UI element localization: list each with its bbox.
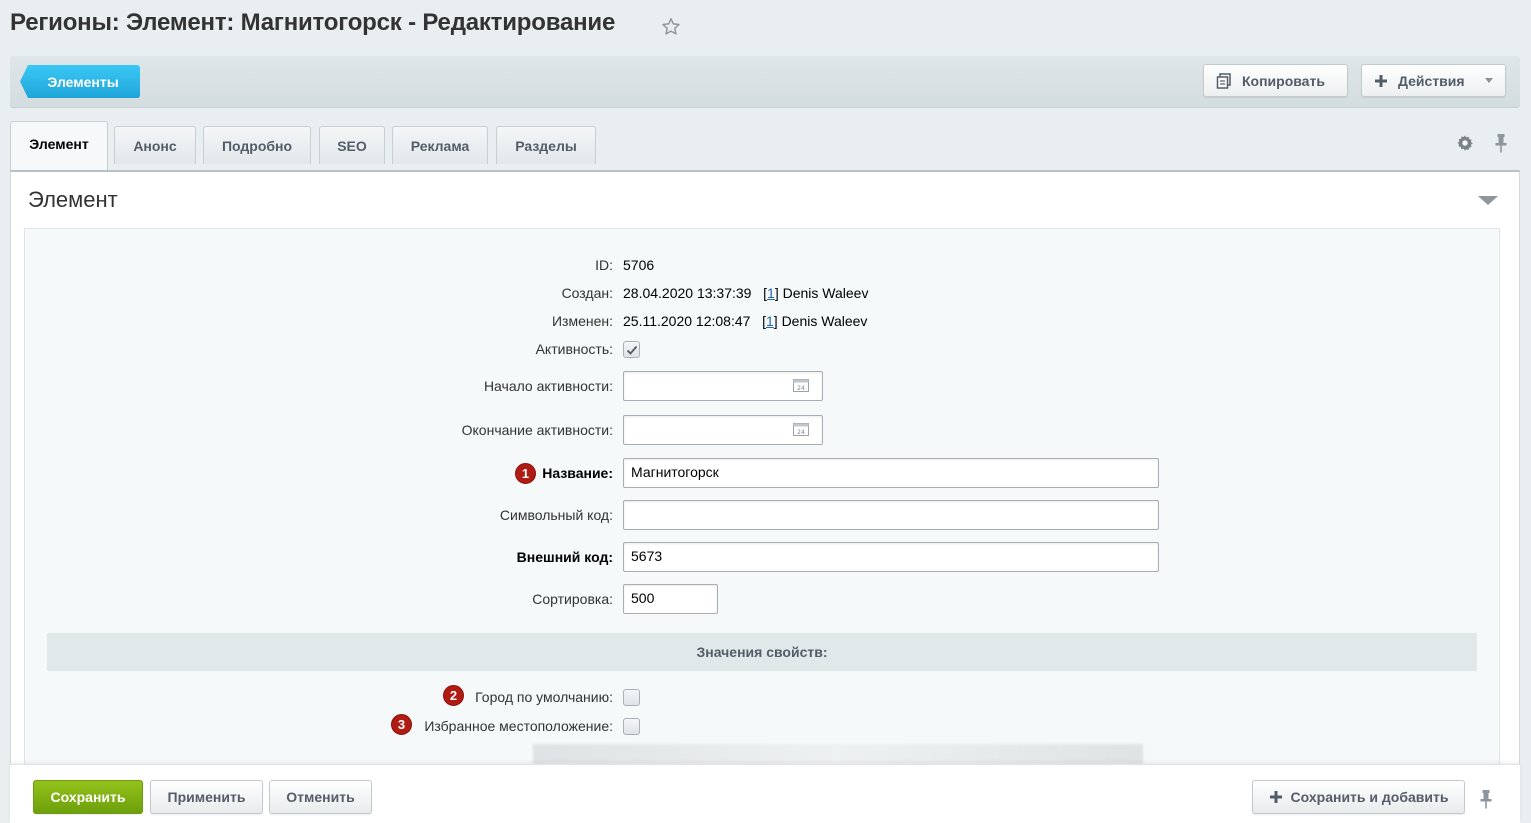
created-user-link[interactable]: 1 [767, 285, 775, 301]
tab-element[interactable]: Элемент [10, 121, 108, 172]
created-label: Создан: [561, 285, 613, 301]
save-and-add-label: Сохранить и добавить [1290, 789, 1449, 805]
modified-date: 25.11.2020 12:08:47 [623, 313, 751, 329]
name-input[interactable]: Магнитогорск [623, 458, 1159, 488]
sort-input[interactable]: 500 [623, 584, 718, 614]
svg-text:24: 24 [797, 429, 805, 436]
active-checkbox[interactable] [623, 341, 640, 358]
name-label: Название: [542, 465, 613, 481]
pin-icon[interactable] [1493, 133, 1509, 153]
favorite-location-label: Избранное местоположение: [424, 718, 613, 734]
form-area [24, 228, 1500, 768]
created-value: 28.04.2020 13:37:39 [1] Denis Waleev [623, 285, 869, 301]
id-label: ID: [595, 257, 613, 273]
save-button[interactable]: Сохранить [33, 780, 143, 814]
collapse-arrow-icon[interactable] [1478, 196, 1498, 205]
gear-icon[interactable] [1456, 134, 1474, 152]
plus-icon [1375, 74, 1387, 87]
calendar-icon[interactable]: 24 [793, 422, 809, 436]
modified-value: 25.11.2020 12:08:47 [1] Denis Waleev [623, 313, 868, 329]
actions-button-label: Действия [1398, 72, 1465, 89]
properties-header: Значения свойств: [47, 633, 1477, 671]
marker-2: 2 [443, 685, 464, 706]
default-city-checkbox[interactable] [623, 689, 640, 706]
tab-sections[interactable]: Разделы [496, 126, 596, 164]
active-label: Активность: [535, 341, 613, 357]
blurred-content [533, 744, 1143, 764]
id-value: 5706 [623, 257, 655, 273]
check-icon [626, 345, 638, 355]
xml-id-input[interactable]: 5673 [623, 542, 1159, 572]
created-user-name: Denis Waleev [782, 285, 869, 301]
active-from-label: Начало активности: [483, 378, 613, 394]
code-label: Символьный код: [499, 507, 613, 523]
pin-icon[interactable] [1478, 788, 1494, 810]
copy-icon [1216, 72, 1231, 89]
code-input[interactable] [623, 500, 1159, 530]
created-date: 28.04.2020 13:37:39 [623, 285, 752, 301]
active-to-label: Окончание активности: [461, 422, 613, 438]
sort-label: Сортировка: [532, 591, 613, 607]
star-icon[interactable] [660, 16, 682, 38]
marker-3: 3 [391, 714, 412, 735]
marker-1: 1 [515, 463, 536, 484]
page-title: Регионы: Элемент: Магнитогорск - Редакти… [10, 9, 616, 36]
modified-user-link[interactable]: 1 [766, 313, 774, 329]
apply-button[interactable]: Применить [150, 780, 263, 814]
tab-seo[interactable]: SEO [319, 126, 385, 164]
calendar-icon[interactable]: 24 [793, 378, 809, 392]
copy-button[interactable]: Копировать [1203, 64, 1348, 97]
copy-button-label: Копировать [1242, 72, 1325, 89]
tab-details[interactable]: Подробно [203, 126, 311, 164]
xml-id-label: Внешний код: [516, 549, 613, 565]
plus-icon [1269, 791, 1282, 803]
modified-label: Изменен: [551, 313, 613, 329]
chevron-down-icon [1485, 78, 1493, 83]
tab-announce[interactable]: Анонс [114, 126, 196, 164]
tab-advertising[interactable]: Реклама [392, 126, 488, 164]
actions-button[interactable]: Действия [1361, 64, 1506, 97]
save-and-add-button[interactable]: Сохранить и добавить [1252, 780, 1465, 814]
svg-text:24: 24 [797, 385, 805, 392]
cancel-button[interactable]: Отменить [269, 780, 372, 814]
favorite-location-checkbox[interactable] [623, 718, 640, 735]
elements-button[interactable]: Элементы [20, 65, 140, 98]
default-city-label: Город по умолчанию: [475, 689, 613, 705]
section-title: Элемент [28, 187, 118, 212]
modified-user-name: Denis Waleev [781, 313, 868, 329]
